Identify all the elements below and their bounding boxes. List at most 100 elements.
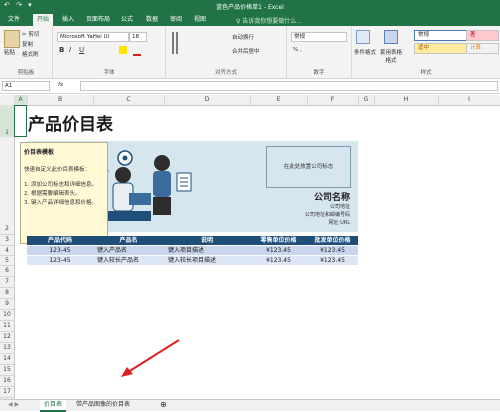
font-size-select[interactable]: 18 xyxy=(129,32,147,42)
sheet-tab-price-list[interactable]: 价目表 xyxy=(40,400,67,412)
tab-insert[interactable]: 插入 xyxy=(58,14,78,26)
clipboard-label: 剪贴板 xyxy=(17,70,35,76)
row-header[interactable]: 11 xyxy=(0,321,14,332)
tab-data[interactable]: 数据 xyxy=(142,14,162,26)
table-format-button[interactable]: 套用表格格式 xyxy=(378,48,404,64)
row-header[interactable]: 8 xyxy=(0,288,14,299)
row-header[interactable]: 5 xyxy=(0,256,14,266)
select-all-corner[interactable] xyxy=(0,95,15,105)
font-family-select[interactable]: Microsoft YaHei UI xyxy=(57,32,129,42)
column-header[interactable]: I xyxy=(438,95,500,105)
row-header[interactable]: 12 xyxy=(0,332,14,343)
column-header[interactable]: B xyxy=(27,95,94,105)
conditional-format-icon[interactable] xyxy=(356,30,370,44)
tab-home[interactable]: 开始 xyxy=(33,14,54,26)
style-neutral[interactable]: 适中 xyxy=(414,43,467,54)
table-header-retail[interactable]: 零售单位价格 xyxy=(250,236,307,245)
wrap-text-button[interactable]: 自动换行 xyxy=(232,33,254,41)
tip-line: 2. 根据需要编辑表头。 xyxy=(24,191,81,197)
row-header[interactable]: 6 xyxy=(0,266,14,277)
table-cell[interactable]: 123-45 xyxy=(27,256,93,265)
selected-cell-a1[interactable] xyxy=(14,105,27,137)
table-cell[interactable]: ¥123.45 xyxy=(307,246,358,255)
conditional-format-button[interactable]: 条件格式 xyxy=(354,48,376,56)
tab-page-layout[interactable]: 页面布局 xyxy=(82,14,114,26)
highlight-icon[interactable] xyxy=(119,46,127,54)
row-header[interactable]: 2 xyxy=(0,137,14,235)
table-format-icon[interactable] xyxy=(384,30,398,44)
table-cell[interactable]: ¥123.45 xyxy=(307,256,358,265)
row-header[interactable]: 17 xyxy=(0,387,14,398)
copy-button[interactable]: 复制 xyxy=(22,40,33,48)
alignment-label: 对齐方式 xyxy=(214,70,237,76)
clipboard-group: 粘贴 ✂ 剪切 复制 格式刷 剪贴板 xyxy=(0,26,53,78)
table-header-description[interactable]: 说明 xyxy=(164,236,250,245)
tab-view[interactable]: 视图 xyxy=(190,14,210,26)
tip-line: 3. 键入产品详细信息和价格。 xyxy=(24,200,97,206)
merge-center-button[interactable]: 合并后居中 xyxy=(232,47,260,55)
sheet-tab-price-list-images[interactable]: 带产品图像的价目表 xyxy=(72,400,134,410)
column-header[interactable]: C xyxy=(93,95,165,105)
tip-title: 价目表模板 xyxy=(24,149,55,156)
cut-button[interactable]: ✂ 剪切 xyxy=(22,30,39,38)
percent-button[interactable]: % , xyxy=(293,47,302,53)
row-header[interactable]: 14 xyxy=(0,354,14,365)
row-header[interactable]: 10 xyxy=(0,310,14,321)
style-bad[interactable]: 差 xyxy=(466,30,499,41)
font-group: Microsoft YaHei UI 18 B I U 字体 xyxy=(53,26,166,78)
company-url[interactable]: 网址 URL xyxy=(270,219,350,226)
align-icons[interactable] xyxy=(172,32,218,54)
sheet-nav-arrows[interactable]: ◀ ▶ xyxy=(4,400,23,410)
company-name[interactable]: 公司名称 xyxy=(270,190,350,203)
italic-button[interactable]: I xyxy=(69,46,71,54)
tab-file[interactable]: 文件 xyxy=(4,14,24,26)
row-header[interactable]: 15 xyxy=(0,365,14,376)
column-headers: A B C D E F G H I xyxy=(0,95,500,106)
format-painter-button[interactable]: 格式刷 xyxy=(22,50,39,58)
row-header[interactable]: 7 xyxy=(0,277,14,288)
tab-review[interactable]: 审阅 xyxy=(166,14,186,26)
table-cell[interactable]: 123-45 xyxy=(27,246,93,255)
page-title: 产品价目表 xyxy=(28,115,113,135)
column-header[interactable]: G xyxy=(358,95,375,105)
font-label: 字体 xyxy=(103,70,115,76)
row-header[interactable]: 4 xyxy=(0,246,14,256)
company-address[interactable]: 公司地址 xyxy=(270,203,350,210)
table-cell[interactable]: ¥123.45 xyxy=(250,246,307,255)
underline-button[interactable]: U xyxy=(79,46,84,54)
table-header-name[interactable]: 产品名 xyxy=(93,236,164,245)
table-cell[interactable]: 键入产品名 xyxy=(93,246,164,255)
paste-icon[interactable] xyxy=(4,30,20,48)
number-format-select[interactable]: 常规 xyxy=(291,32,347,42)
column-header[interactable]: E xyxy=(250,95,308,105)
logo-placeholder[interactable]: 在此处放置公司标志 xyxy=(266,146,351,188)
style-normal[interactable]: 常规 xyxy=(414,30,467,41)
table-cell[interactable]: ¥123.45 xyxy=(250,256,307,265)
tell-me-search[interactable]: ♀ 告诉我你想要做什么... xyxy=(236,16,302,25)
table-cell[interactable]: 键入项目描述 xyxy=(164,246,250,255)
table-cell[interactable]: 键入较长产品名 xyxy=(93,256,164,265)
column-header[interactable]: D xyxy=(164,95,251,105)
row-header[interactable]: 13 xyxy=(0,343,14,354)
window-title: 蓝色产品价格单1 - Excel xyxy=(216,4,284,11)
font-color-icon[interactable] xyxy=(133,46,141,56)
table-header-code[interactable]: 产品代码 xyxy=(27,236,93,245)
row-header[interactable]: 1 xyxy=(0,105,14,138)
row-header[interactable]: 9 xyxy=(0,299,14,310)
row-header[interactable]: 16 xyxy=(0,376,14,387)
bold-button[interactable]: B xyxy=(59,46,64,54)
column-header[interactable]: H xyxy=(374,95,439,105)
column-header[interactable]: F xyxy=(307,95,359,105)
add-sheet-icon[interactable]: ⊕ xyxy=(156,400,171,410)
formula-input[interactable] xyxy=(80,81,498,91)
name-box[interactable]: A1 xyxy=(2,81,50,91)
paste-button[interactable]: 粘贴 xyxy=(4,48,15,56)
tab-formulas[interactable]: 公式 xyxy=(117,14,137,26)
table-header-wholesale[interactable]: 批发单位价格 xyxy=(307,236,358,245)
company-address-zip[interactable]: 公司地址和邮编号码 xyxy=(270,211,350,218)
style-calculation[interactable]: 计算 xyxy=(466,43,499,54)
fx-icon[interactable]: fx xyxy=(58,82,63,88)
row-header[interactable]: 3 xyxy=(0,235,14,246)
column-header[interactable]: A xyxy=(14,95,28,105)
table-cell[interactable]: 键入较长项目描述 xyxy=(164,256,250,265)
